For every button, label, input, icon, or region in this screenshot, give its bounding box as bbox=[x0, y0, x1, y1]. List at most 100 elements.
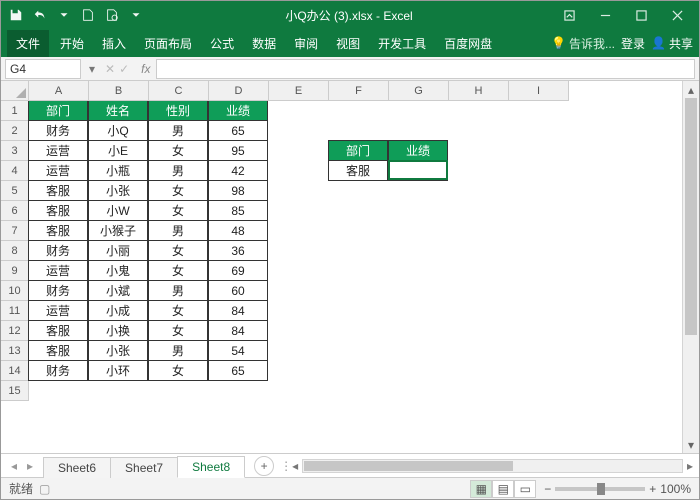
tab-视图[interactable]: 视图 bbox=[327, 30, 369, 57]
row-header[interactable]: 1 bbox=[1, 101, 29, 121]
vertical-scrollbar[interactable]: ▴ ▾ bbox=[682, 81, 699, 453]
cell[interactable]: 男 bbox=[148, 340, 208, 361]
cell[interactable]: 女 bbox=[148, 320, 208, 341]
zoom-level[interactable]: 100% bbox=[660, 482, 691, 496]
cell[interactable]: 财务 bbox=[28, 120, 88, 141]
cell[interactable]: 小瓶 bbox=[88, 160, 148, 181]
cell-grid[interactable]: 部门姓名性别业绩财务小Q男65运营小E女95运营小瓶男42客服小张女98客服小W… bbox=[29, 101, 682, 453]
cell[interactable]: 财务 bbox=[28, 280, 88, 301]
cell[interactable]: 男 bbox=[148, 280, 208, 301]
cell[interactable]: 小换 bbox=[88, 320, 148, 341]
horizontal-scrollbar[interactable] bbox=[302, 459, 683, 473]
cell[interactable]: 业绩 bbox=[208, 101, 268, 121]
col-header[interactable]: C bbox=[149, 81, 209, 101]
hscroll-left-icon[interactable]: ◂ bbox=[292, 459, 298, 473]
view-pagebreak-icon[interactable]: ▭ bbox=[514, 480, 536, 498]
row-header[interactable]: 13 bbox=[1, 341, 29, 361]
cell[interactable]: 财务 bbox=[28, 240, 88, 261]
cell[interactable]: 女 bbox=[148, 360, 208, 381]
col-header[interactable]: A bbox=[29, 81, 89, 101]
hscroll-right-icon[interactable]: ▸ bbox=[687, 459, 693, 473]
cell[interactable]: 小成 bbox=[88, 300, 148, 321]
tab-审阅[interactable]: 审阅 bbox=[285, 30, 327, 57]
namebox-dropdown-icon[interactable]: ▾ bbox=[85, 62, 99, 76]
col-header[interactable]: B bbox=[89, 81, 149, 101]
cell[interactable]: 性别 bbox=[148, 101, 208, 121]
fx-label[interactable]: fx bbox=[135, 62, 156, 76]
row-header[interactable]: 3 bbox=[1, 141, 29, 161]
cell[interactable]: 小Q bbox=[88, 120, 148, 141]
row-header[interactable]: 11 bbox=[1, 301, 29, 321]
sheet-tab[interactable]: Sheet6 bbox=[43, 457, 111, 478]
row-header[interactable]: 4 bbox=[1, 161, 29, 181]
ribbon-options-icon[interactable] bbox=[551, 1, 587, 29]
col-header[interactable]: D bbox=[209, 81, 269, 101]
tab-file[interactable]: 文件 bbox=[7, 30, 49, 57]
minimize-icon[interactable] bbox=[587, 1, 623, 29]
zoom-out-button[interactable]: − bbox=[544, 482, 551, 496]
cell[interactable]: 小环 bbox=[88, 360, 148, 381]
cell[interactable]: 男 bbox=[148, 120, 208, 141]
cell[interactable]: 部门 bbox=[28, 101, 88, 121]
sheet-tab[interactable]: Sheet8 bbox=[177, 456, 245, 478]
undo-icon[interactable] bbox=[29, 4, 51, 26]
col-header[interactable]: I bbox=[509, 81, 569, 101]
close-icon[interactable] bbox=[659, 1, 695, 29]
add-sheet-button[interactable]: + bbox=[254, 456, 274, 476]
cell[interactable]: 女 bbox=[148, 300, 208, 321]
col-header[interactable]: F bbox=[329, 81, 389, 101]
cell[interactable]: 客服 bbox=[328, 160, 388, 181]
cell[interactable]: 运营 bbox=[28, 160, 88, 181]
tell-me[interactable]: 💡告诉我... bbox=[551, 35, 615, 52]
cell[interactable]: 财务 bbox=[28, 360, 88, 381]
cell[interactable]: 48 bbox=[208, 220, 268, 241]
cell[interactable]: 60 bbox=[208, 280, 268, 301]
cell[interactable]: 客服 bbox=[28, 320, 88, 341]
tab-页面布局[interactable]: 页面布局 bbox=[135, 30, 201, 57]
zoom-slider[interactable] bbox=[555, 487, 645, 491]
cell[interactable]: 36 bbox=[208, 240, 268, 261]
name-box[interactable]: G4 bbox=[5, 59, 81, 79]
formula-bar[interactable] bbox=[156, 59, 695, 79]
cell[interactable]: 小张 bbox=[88, 180, 148, 201]
col-header[interactable]: H bbox=[449, 81, 509, 101]
tab-开始[interactable]: 开始 bbox=[51, 30, 93, 57]
cell[interactable]: 95 bbox=[208, 140, 268, 161]
tab-公式[interactable]: 公式 bbox=[201, 30, 243, 57]
cell[interactable]: 85 bbox=[208, 200, 268, 221]
cell[interactable]: 65 bbox=[208, 360, 268, 381]
cell[interactable]: 小丽 bbox=[88, 240, 148, 261]
cell[interactable]: 女 bbox=[148, 240, 208, 261]
sheet-nav[interactable]: ◂▸ bbox=[1, 459, 43, 473]
login-link[interactable]: 登录 bbox=[621, 35, 645, 52]
print-preview-icon[interactable] bbox=[101, 4, 123, 26]
cell[interactable]: 65 bbox=[208, 120, 268, 141]
cell[interactable]: 姓名 bbox=[88, 101, 148, 121]
view-normal-icon[interactable]: ▦ bbox=[470, 480, 492, 498]
col-header[interactable]: E bbox=[269, 81, 329, 101]
cell[interactable]: 业绩 bbox=[388, 140, 448, 161]
select-all-corner[interactable] bbox=[1, 81, 29, 101]
cell[interactable]: 男 bbox=[148, 220, 208, 241]
cell[interactable]: 小E bbox=[88, 140, 148, 161]
row-header[interactable]: 7 bbox=[1, 221, 29, 241]
cell[interactable]: 69 bbox=[208, 260, 268, 281]
cell[interactable]: 84 bbox=[208, 300, 268, 321]
cell[interactable]: 54 bbox=[208, 340, 268, 361]
cell[interactable]: 运营 bbox=[28, 140, 88, 161]
tab-数据[interactable]: 数据 bbox=[243, 30, 285, 57]
cell[interactable]: 98 bbox=[208, 180, 268, 201]
tab-插入[interactable]: 插入 bbox=[93, 30, 135, 57]
scroll-up-icon[interactable]: ▴ bbox=[683, 81, 699, 98]
share-button[interactable]: 👤共享 bbox=[651, 35, 693, 52]
cell[interactable]: 女 bbox=[148, 200, 208, 221]
qat-dropdown-icon[interactable] bbox=[125, 4, 147, 26]
cell[interactable]: 小猴子 bbox=[88, 220, 148, 241]
cell[interactable]: 部门 bbox=[328, 140, 388, 161]
cell[interactable] bbox=[388, 160, 448, 181]
zoom-in-button[interactable]: + bbox=[649, 482, 656, 496]
row-header[interactable]: 9 bbox=[1, 261, 29, 281]
cell[interactable]: 客服 bbox=[28, 180, 88, 201]
row-header[interactable]: 6 bbox=[1, 201, 29, 221]
tab-百度网盘[interactable]: 百度网盘 bbox=[435, 30, 501, 57]
